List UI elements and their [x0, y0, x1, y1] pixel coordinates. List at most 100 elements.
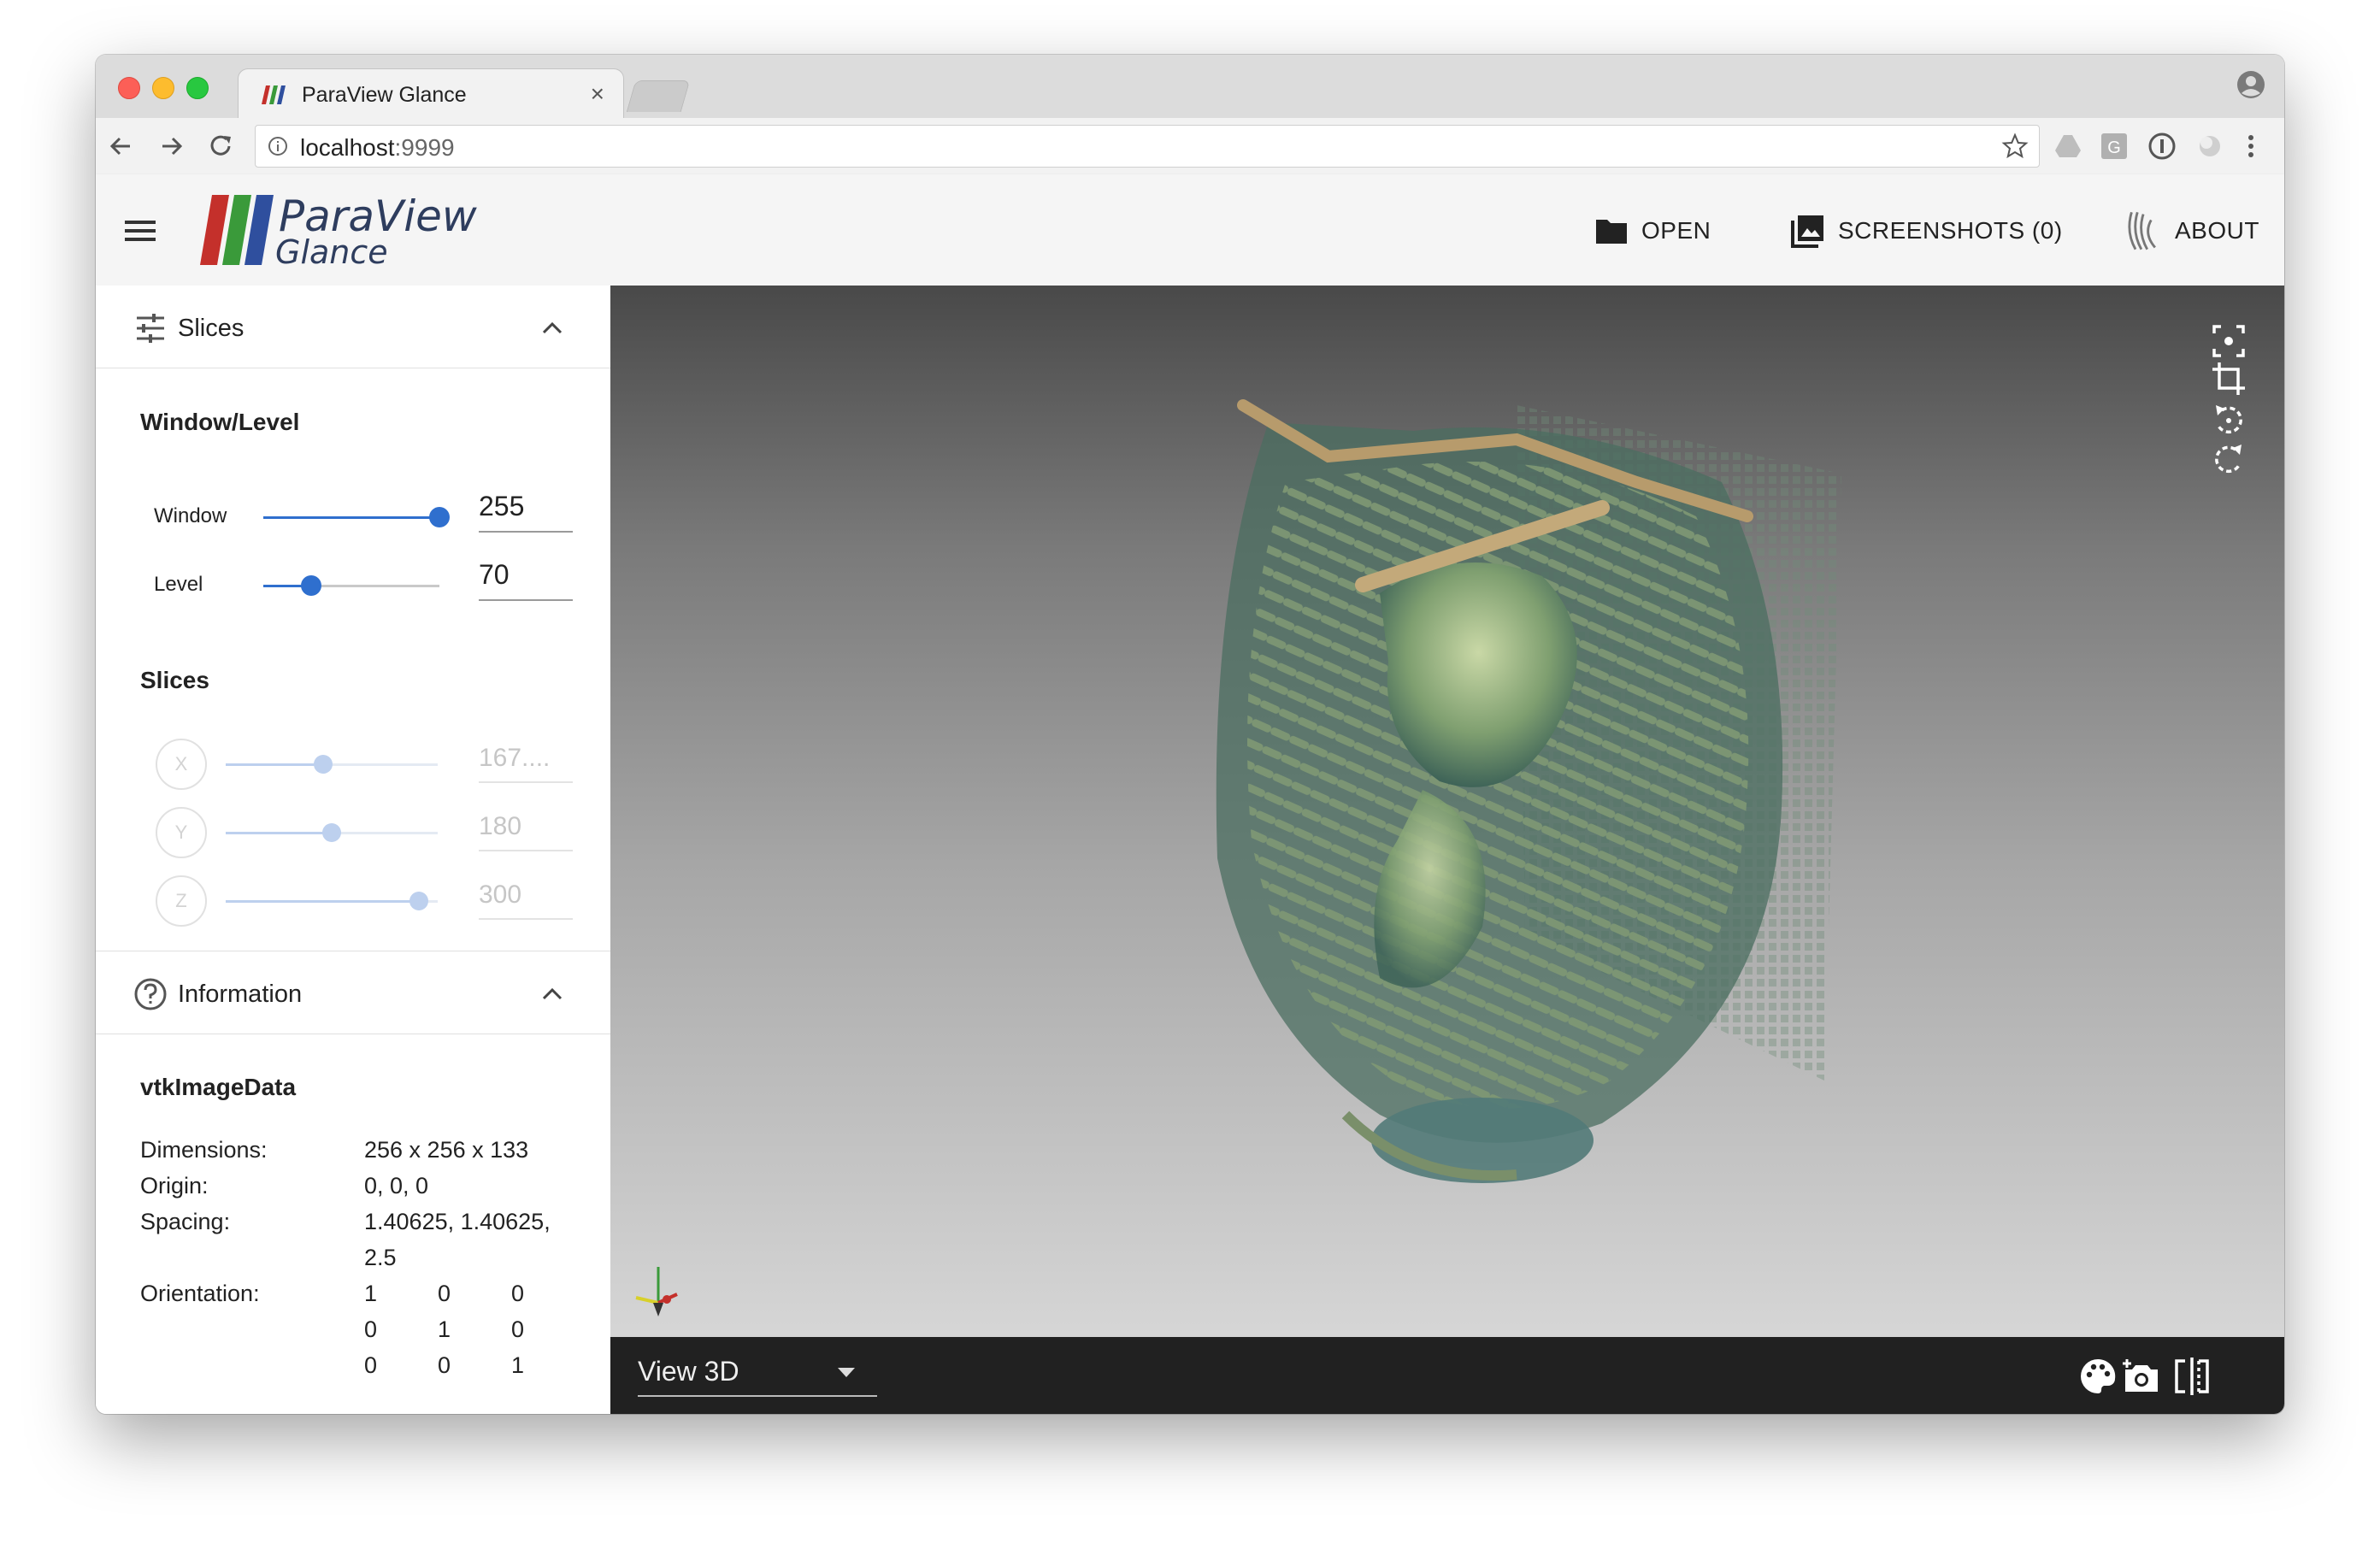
kitware-logo-icon: [2128, 211, 2156, 250]
window-slider-thumb[interactable]: [429, 507, 450, 527]
x-slice-value-input[interactable]: 167....: [479, 744, 573, 783]
new-tab-button[interactable]: [626, 80, 691, 112]
about-button-label: ABOUT: [2175, 217, 2259, 244]
back-arrow-icon[interactable]: [104, 130, 137, 162]
y-slice-value-input[interactable]: 180: [479, 812, 573, 851]
orientation-cell: 0: [511, 1281, 525, 1306]
orientation-label: Orientation:: [140, 1281, 260, 1306]
bookmark-star-icon[interactable]: [2001, 133, 2029, 160]
about-button[interactable]: ABOUT: [2122, 211, 2259, 250]
view-type-select[interactable]: View 3D: [638, 1354, 877, 1397]
spacing-value-line1: 1.40625, 1.40625,: [364, 1209, 551, 1234]
level-slider[interactable]: [263, 575, 439, 596]
menu-icon[interactable]: [123, 214, 157, 248]
add-screenshot-camera-icon[interactable]: [2120, 1356, 2161, 1397]
chrome-menu-icon[interactable]: [2236, 132, 2265, 161]
z-axis-badge: Z: [156, 875, 207, 927]
window-value-input[interactable]: 255: [479, 491, 573, 533]
slices-section-title: Slices: [178, 315, 244, 342]
app-header: ParaView Glance OPEN SCREENSHOTS (0) ABO…: [96, 174, 2284, 286]
x-axis-badge: X: [156, 739, 207, 790]
extension-circle-icon[interactable]: [2195, 132, 2224, 161]
paraview-glance-logo: ParaView Glance: [200, 193, 477, 267]
reset-camera-icon[interactable]: [2209, 321, 2248, 361]
window-level-heading: Window/Level: [140, 409, 300, 435]
split-view-icon[interactable]: [2171, 1356, 2212, 1397]
rotate-right-icon[interactable]: [2209, 439, 2248, 479]
help-circle-icon: [134, 978, 167, 1010]
orientation-cell: 0: [438, 1352, 451, 1378]
zoom-window-button[interactable]: [186, 77, 209, 99]
z-slice-value-input[interactable]: 300: [479, 881, 573, 920]
tab-close-icon[interactable]: ×: [591, 80, 604, 108]
level-value-input[interactable]: 70: [479, 559, 573, 601]
render-view-3d[interactable]: [610, 286, 2284, 1337]
screenshots-button[interactable]: SCREENSHOTS (0): [1790, 214, 2063, 248]
orientation-cell: 1: [511, 1352, 525, 1378]
orientation-cell: 0: [438, 1281, 451, 1306]
profile-icon[interactable]: [2236, 70, 2265, 99]
window-slider[interactable]: [263, 507, 450, 527]
password-extension-icon[interactable]: [2147, 132, 2177, 161]
url-host: localhost: [300, 134, 395, 161]
information-section-header[interactable]: Information: [96, 951, 610, 1034]
slices-heading: Slices: [140, 667, 209, 693]
spacing-value-line2: 2.5: [364, 1245, 397, 1270]
view-type-value: View 3D: [638, 1356, 739, 1387]
chevron-up-icon[interactable]: [539, 315, 566, 342]
dropdown-caret-icon: [838, 1368, 855, 1377]
site-info-icon[interactable]: [268, 136, 288, 156]
y-slice-slider-thumb[interactable]: [322, 823, 341, 842]
orientation-cell: 0: [364, 1316, 378, 1342]
paraview-favicon-icon: [262, 85, 286, 104]
browser-window: ParaView Glance × localhost:9999 G ParaV…: [96, 55, 2284, 1414]
x-slice-slider[interactable]: [226, 755, 438, 774]
orientation-cell: 1: [364, 1281, 378, 1306]
dimensions-label: Dimensions:: [140, 1137, 268, 1163]
svg-text:G: G: [2107, 138, 2121, 157]
level-slider-thumb[interactable]: [300, 575, 321, 596]
z-slice-slider-fill: [226, 900, 419, 903]
z-slice-slider-thumb[interactable]: [409, 892, 428, 910]
chevron-up-icon[interactable]: [539, 981, 566, 1008]
reload-icon[interactable]: [205, 130, 238, 162]
data-type-heading: vtkImageData: [140, 1074, 297, 1100]
tab-title: ParaView Glance: [302, 83, 467, 107]
orientation-cell: 1: [438, 1316, 451, 1342]
volume-rendering: [1216, 399, 1841, 1183]
address-bar[interactable]: localhost:9999: [255, 125, 2040, 168]
url-port: :9999: [394, 134, 455, 161]
minimize-window-button[interactable]: [152, 77, 174, 99]
close-window-button[interactable]: [118, 77, 140, 99]
window-slider-fill: [263, 516, 439, 519]
drive-extension-icon[interactable]: [2053, 132, 2082, 161]
orientation-cell: 0: [511, 1316, 525, 1342]
logo-glance-text: Glance: [275, 233, 388, 267]
origin-label: Origin:: [140, 1173, 209, 1199]
tune-sliders-icon: [137, 314, 164, 343]
z-slice-slider[interactable]: [226, 892, 438, 910]
x-slice-slider-thumb[interactable]: [314, 755, 333, 774]
crop-icon[interactable]: [2209, 359, 2248, 398]
y-slice-slider-fill: [226, 832, 332, 834]
view-bottom-bar: View 3D: [610, 1337, 2284, 1414]
photo-library-icon: [1791, 215, 1823, 248]
open-button[interactable]: OPEN: [1594, 214, 1711, 248]
folder-icon: [1596, 220, 1627, 244]
browser-tab[interactable]: ParaView Glance ×: [238, 68, 624, 120]
grammarly-extension-icon[interactable]: G: [2100, 132, 2129, 161]
x-slice-slider-fill: [226, 763, 324, 766]
screenshots-button-label: SCREENSHOTS (0): [1838, 217, 2063, 244]
origin-value: 0, 0, 0: [364, 1173, 429, 1199]
orientation-axes-icon: [635, 1267, 678, 1316]
open-button-label: OPEN: [1641, 217, 1711, 244]
orientation-cell: 0: [364, 1352, 378, 1378]
forward-arrow-icon[interactable]: [156, 130, 188, 162]
left-panel: Slices Window/Level Window 255 Level 70 …: [96, 286, 611, 1414]
tab-strip: ParaView Glance ×: [96, 55, 2284, 120]
slices-section-header[interactable]: Slices: [96, 286, 610, 368]
palette-icon[interactable]: [2077, 1356, 2118, 1397]
y-slice-slider[interactable]: [226, 823, 438, 842]
rotate-left-icon[interactable]: [2209, 400, 2248, 439]
url-text: localhost:9999: [300, 134, 455, 162]
